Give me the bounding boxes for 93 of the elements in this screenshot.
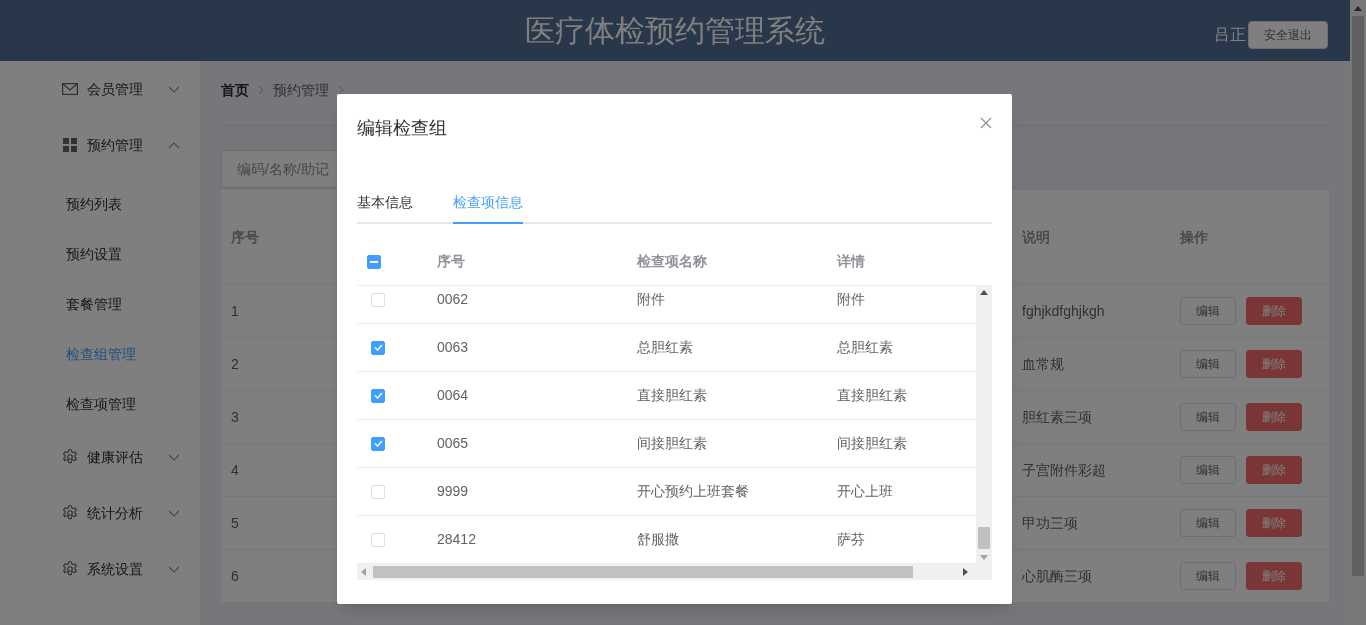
delete-button[interactable]: 删除 [1246,562,1302,590]
scroll-up-icon[interactable] [980,290,988,295]
table-cell-text: 5 [230,513,240,533]
menu-item[interactable]: 会员管理 [0,61,200,117]
table-cell-text: 开心上班 [836,482,894,501]
table-cell-text: 0062 [436,290,470,309]
edit-button[interactable]: 编辑 [1180,297,1236,325]
scroll-up-icon[interactable] [1354,5,1362,11]
scroll-right-icon[interactable] [963,568,968,576]
delete-button[interactable]: 删除 [1246,456,1302,484]
checkbox[interactable] [371,436,385,451]
horizontal-scrollbar[interactable] [357,564,992,580]
tab[interactable]: 检查项信息 [453,192,523,224]
column-header: 检查项名称 [636,252,708,271]
scroll-down-icon[interactable] [980,555,988,560]
table-cell-text: 6 [230,566,240,586]
table-cell-text: 开心预约上班套餐 [636,482,750,501]
minus-icon [370,260,378,263]
chevron-icon [168,565,180,573]
user-name: 吕正 [1214,25,1246,45]
edit-button[interactable]: 编辑 [1180,350,1236,378]
table-cell-text: 28412 [436,530,477,549]
scrollbar-thumb[interactable] [1352,16,1364,576]
table-cell-text: 3 [230,407,240,427]
menu-item[interactable]: 统计分析 [0,485,200,541]
submenu-item[interactable]: 套餐管理 [0,279,200,329]
menu-item[interactable]: 预约管理 [0,117,200,173]
delete-button[interactable]: 删除 [1246,350,1302,378]
settings-icon [62,505,78,521]
breadcrumb-link[interactable]: 预约管理 [273,79,329,101]
edit-button[interactable]: 编辑 [1180,509,1236,537]
submenu-item[interactable]: 预约列表 [0,179,200,229]
submenu-item[interactable]: 预约设置 [0,229,200,279]
submenu-item[interactable]: 检查项管理 [0,379,200,429]
table-cell-text: 0065 [436,434,470,453]
app-title: 医疗体检预约管理系统 [525,13,825,49]
menu-item[interactable]: 健康评估 [0,429,200,485]
table-cell-text: 0064 [436,386,470,405]
column-header: 序号 [436,252,466,271]
delete-button[interactable]: 删除 [1246,403,1302,431]
table-cell-text: 附件 [836,290,866,309]
table-cell-text: 9999 [436,482,470,501]
check-icon [373,392,383,399]
table-cell-text: 萨芬 [836,530,866,549]
checkbox[interactable] [371,340,385,355]
scrollbar-thumb[interactable] [373,566,913,578]
table-cell-text: 直接胆红素 [636,386,708,405]
edit-button[interactable]: 编辑 [1180,562,1236,590]
table-cell-text: 总胆红素 [836,338,894,357]
check-icon [373,344,383,351]
table-cell-text: 甲功三项 [1021,513,1079,533]
table-cell-text: 血常规 [1021,354,1065,374]
dialog-title: 编辑检查组 [357,117,447,140]
checkbox[interactable] [367,254,381,269]
submenu-item[interactable]: 检查组管理 [0,329,200,379]
chevron-icon [168,85,180,93]
table-cell-text: 心肌酶三项 [1021,566,1093,586]
chevron-icon [168,141,180,149]
table-cell-text: 间接胆红素 [836,434,908,453]
settings-icon [62,561,78,577]
table-cell-text: 直接胆红素 [836,386,908,405]
scroll-left-icon[interactable] [361,568,366,576]
chevron-icon [168,453,180,461]
vertical-scrollbar[interactable] [976,286,992,564]
chevron-icon [168,509,180,517]
table-cell-text: 子宫附件彩超 [1021,460,1107,480]
settings-icon [62,449,78,465]
tab[interactable]: 基本信息 [357,192,413,224]
table-cell-text: 舒服撒 [636,530,680,549]
close-icon[interactable] [980,117,992,129]
table-cell-text: 1 [230,301,240,321]
edit-button[interactable]: 编辑 [1180,456,1236,484]
page-scrollbar[interactable] [1350,0,1366,625]
delete-button[interactable]: 删除 [1246,297,1302,325]
table-cell-text: 2 [230,354,240,374]
logout-button[interactable]: 安全退出 [1248,21,1328,49]
table-cell-text: 间接胆红素 [636,434,708,453]
table-cell-text: fghjkdfghjkgh [1021,301,1106,321]
scrollbar-thumb[interactable] [978,527,990,549]
edit-button[interactable]: 编辑 [1180,403,1236,431]
checkbox[interactable] [371,388,385,403]
column-header: 详情 [836,252,866,271]
check-icon [373,440,383,447]
table-cell-text: 胆红素三项 [1021,407,1093,427]
table-cell-text: 0063 [436,338,470,357]
grid-icon [63,138,77,152]
menu-item[interactable]: 系统设置 [0,541,200,597]
table-cell-text: 4 [230,460,240,480]
table-cell-text: 附件 [636,290,666,309]
table-cell-text: 总胆红素 [636,338,694,357]
delete-button[interactable]: 删除 [1246,509,1302,537]
breadcrumb-link[interactable]: 首页 [221,79,249,101]
mail-icon [62,83,78,95]
